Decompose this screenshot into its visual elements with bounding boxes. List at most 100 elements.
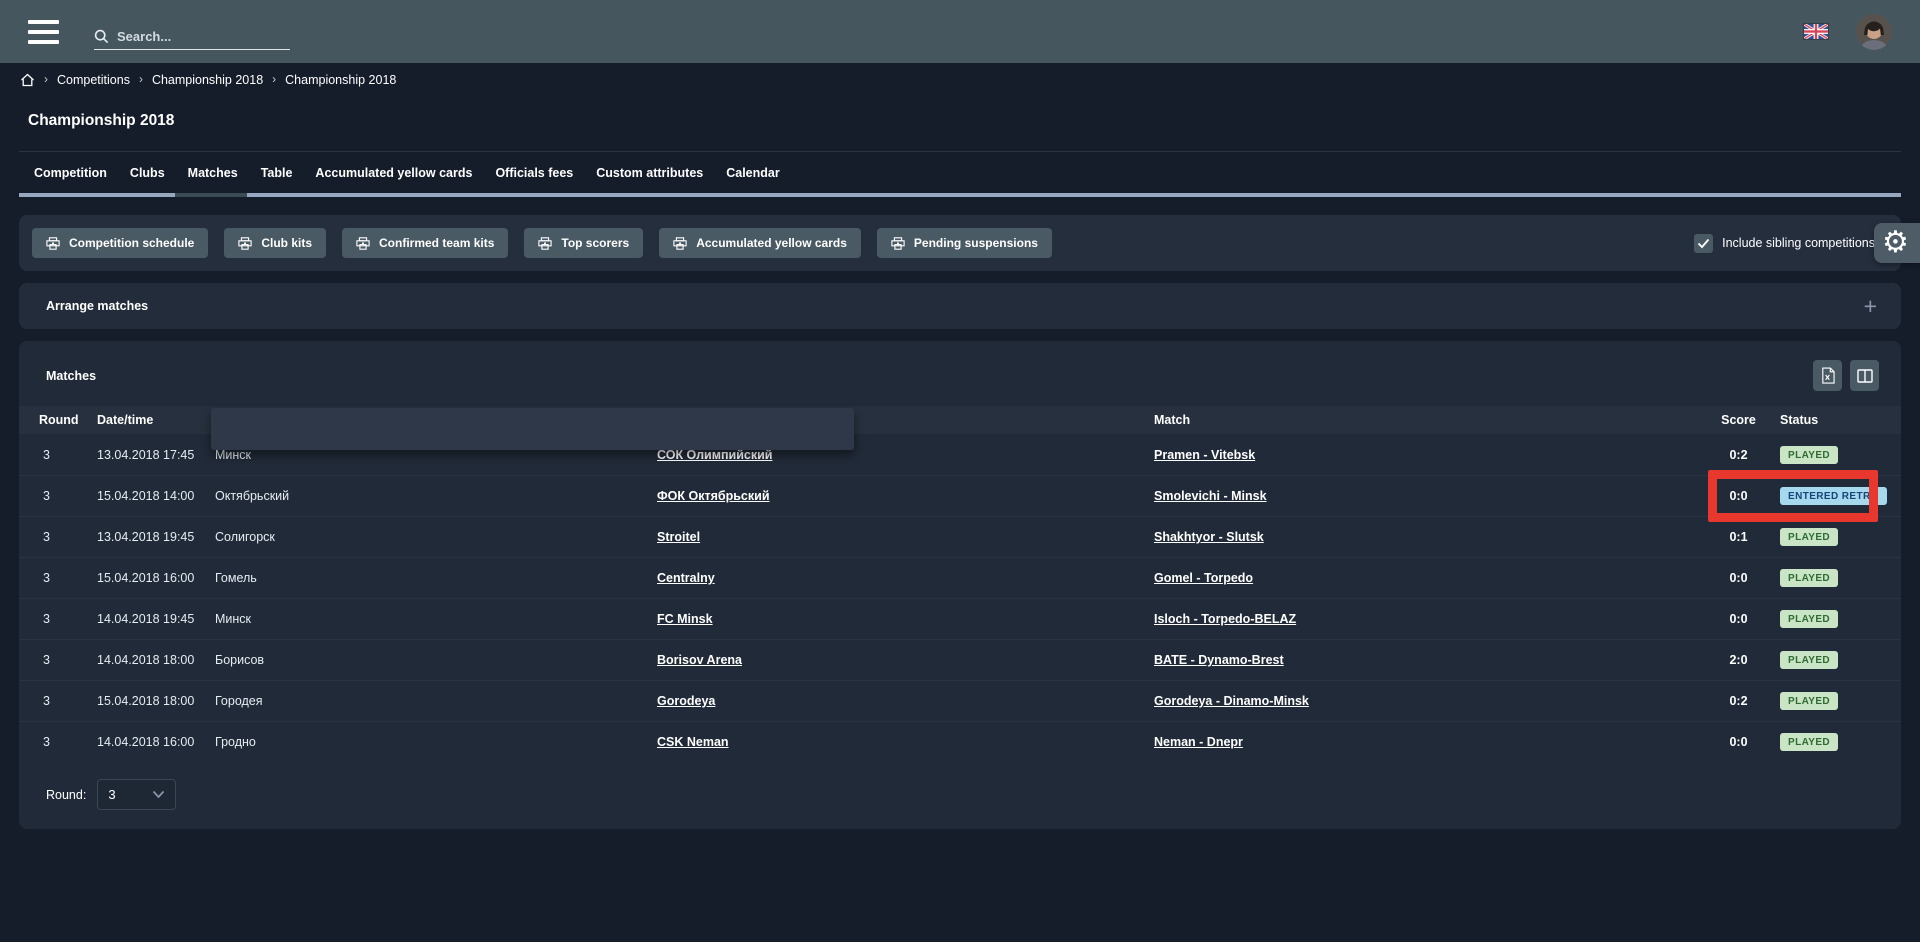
home-icon[interactable] [20, 73, 35, 87]
breadcrumb-competitions[interactable]: Competitions [57, 73, 130, 87]
column-header-round: Round [39, 413, 97, 427]
round-cell: 3 [39, 612, 97, 626]
datetime-cell: 14.04.2018 18:00 [97, 653, 215, 667]
match-link[interactable]: Shakhtyor - Slutsk [1154, 530, 1264, 544]
round-cell: 3 [39, 571, 97, 585]
match-link[interactable]: Smolevichi - Minsk [1154, 489, 1267, 503]
arrange-matches-panel[interactable]: Arrange matches + [19, 283, 1901, 329]
city-cell: Городея [215, 694, 657, 708]
datetime-cell: 14.04.2018 16:00 [97, 735, 215, 749]
empty-header-box [211, 408, 854, 450]
tab-calendar[interactable]: Calendar [726, 152, 780, 193]
stadium-link[interactable]: FC Minsk [657, 612, 713, 626]
score-cell: 0:2 [1711, 694, 1766, 708]
city-cell: Минск [215, 612, 657, 626]
confirmed-team-kits-button[interactable]: Confirmed team kits [342, 228, 508, 258]
tab-competition[interactable]: Competition [34, 152, 107, 193]
main-content: Championship 2018 Competition Clubs Matche… [0, 112, 1920, 829]
column-header-match: Match [1154, 413, 1711, 427]
city-cell: Гомель [215, 571, 657, 585]
accumulated-yellow-cards-button[interactable]: Accumulated yellow cards [659, 228, 861, 258]
breadcrumb-championship[interactable]: Championship 2018 [152, 73, 263, 87]
matches-actions [1813, 360, 1879, 391]
hamburger-menu-icon[interactable] [28, 20, 59, 44]
avatar[interactable] [1856, 14, 1892, 50]
topbar-right [1804, 14, 1892, 50]
status-badge: PLAYED [1780, 651, 1838, 669]
printer-icon [356, 237, 370, 250]
city-cell: Борисов [215, 653, 657, 667]
datetime-cell: 15.04.2018 18:00 [97, 694, 215, 708]
top-scorers-button[interactable]: Top scorers [524, 228, 643, 258]
datetime-cell: 13.04.2018 17:45 [97, 448, 215, 462]
table-row: 3 14.04.2018 16:00 Гродно CSK Neman Nema… [19, 721, 1901, 762]
column-header-status: Status [1766, 413, 1881, 427]
chevron-down-icon [152, 790, 165, 799]
match-link[interactable]: Gomel - Torpedo [1154, 571, 1253, 585]
language-flag-icon[interactable] [1804, 24, 1828, 39]
stadium-link[interactable]: ФОК Октябрьский [657, 489, 770, 503]
competition-schedule-button[interactable]: Competition schedule [32, 228, 208, 258]
breadcrumb: › Competitions › Championship 2018 › Cha… [0, 63, 1920, 95]
table-row: 3 15.04.2018 16:00 Гомель Centralny Gome… [19, 557, 1901, 598]
tab-officials-fees[interactable]: Officials fees [495, 152, 573, 193]
tab-accumulated-yellow-cards[interactable]: Accumulated yellow cards [315, 152, 472, 193]
status-badge: PLAYED [1780, 733, 1838, 751]
export-excel-button[interactable] [1813, 360, 1842, 391]
datetime-cell: 15.04.2018 16:00 [97, 571, 215, 585]
pending-suspensions-button[interactable]: Pending suspensions [877, 228, 1052, 258]
include-sibling-checkbox[interactable] [1694, 234, 1713, 253]
round-cell: 3 [39, 448, 97, 462]
table-row: 3 14.04.2018 19:45 Минск FC Minsk Isloch… [19, 598, 1901, 639]
columns-settings-button[interactable] [1850, 360, 1879, 391]
round-cell: 3 [39, 489, 97, 503]
breadcrumb-championship-2[interactable]: Championship 2018 [285, 73, 396, 87]
settings-flyout-button[interactable]: ⚙ [1874, 223, 1920, 263]
round-cell: 3 [39, 735, 97, 749]
match-link[interactable]: Gorodeya - Dinamo-Minsk [1154, 694, 1309, 708]
match-link[interactable]: Isloch - Torpedo-BELAZ [1154, 612, 1296, 626]
reports-panel: Competition schedule Club kits Confirmed t… [19, 215, 1901, 271]
city-cell: Гродно [215, 735, 657, 749]
sibling-competitions-option: Include sibling competitions [1694, 234, 1901, 253]
club-kits-button[interactable]: Club kits [224, 228, 326, 258]
report-buttons: Competition schedule Club kits Confirmed t… [32, 228, 1068, 258]
tab-table[interactable]: Table [261, 152, 293, 193]
match-link[interactable]: BATE - Dynamo-Brest [1154, 653, 1284, 667]
search-box [94, 29, 290, 50]
tab-custom-attributes[interactable]: Custom attributes [596, 152, 703, 193]
stadium-link[interactable]: Stroitel [657, 530, 700, 544]
tabs: Competition Clubs Matches Table Accumulated … [19, 152, 1901, 197]
page-title: Championship 2018 [28, 112, 1901, 130]
round-cell: 3 [39, 653, 97, 667]
table-row: 3 15.04.2018 18:00 Городея Gorodeya Goro… [19, 680, 1901, 721]
column-header-datetime: Date/time [97, 413, 215, 427]
round-cell: 3 [39, 694, 97, 708]
expand-plus-icon[interactable]: + [1864, 295, 1877, 318]
check-icon [1697, 238, 1710, 249]
stadium-link[interactable]: CSK Neman [657, 735, 729, 749]
match-link[interactable]: Pramen - Vitebsk [1154, 448, 1255, 462]
round-label: Round: [46, 788, 86, 802]
table-row: 3 13.04.2018 19:45 Солигорск Stroitel Sh… [19, 516, 1901, 557]
breadcrumb-separator: › [44, 72, 48, 86]
city-cell: Солигорск [215, 530, 657, 544]
search-icon [94, 29, 109, 44]
excel-file-icon [1820, 367, 1835, 384]
stadium-link[interactable]: Centralny [657, 571, 715, 585]
score-cell: 0:0 [1711, 612, 1766, 626]
round-select[interactable]: 3 [97, 779, 176, 810]
tab-matches[interactable]: Matches [188, 152, 238, 193]
stadium-link[interactable]: Gorodeya [657, 694, 715, 708]
arrange-matches-title: Arrange matches [46, 299, 148, 313]
score-cell: 0:0 [1711, 735, 1766, 749]
search-input[interactable] [117, 29, 277, 44]
match-link[interactable]: Neman - Dnepr [1154, 735, 1243, 749]
status-badge: PLAYED [1780, 610, 1838, 628]
datetime-cell: 15.04.2018 14:00 [97, 489, 215, 503]
score-cell: 0:0 [1711, 571, 1766, 585]
status-badge: PLAYED [1780, 692, 1838, 710]
gear-icon: ⚙ [1882, 226, 1909, 259]
stadium-link[interactable]: Borisov Arena [657, 653, 742, 667]
tab-clubs[interactable]: Clubs [130, 152, 165, 193]
